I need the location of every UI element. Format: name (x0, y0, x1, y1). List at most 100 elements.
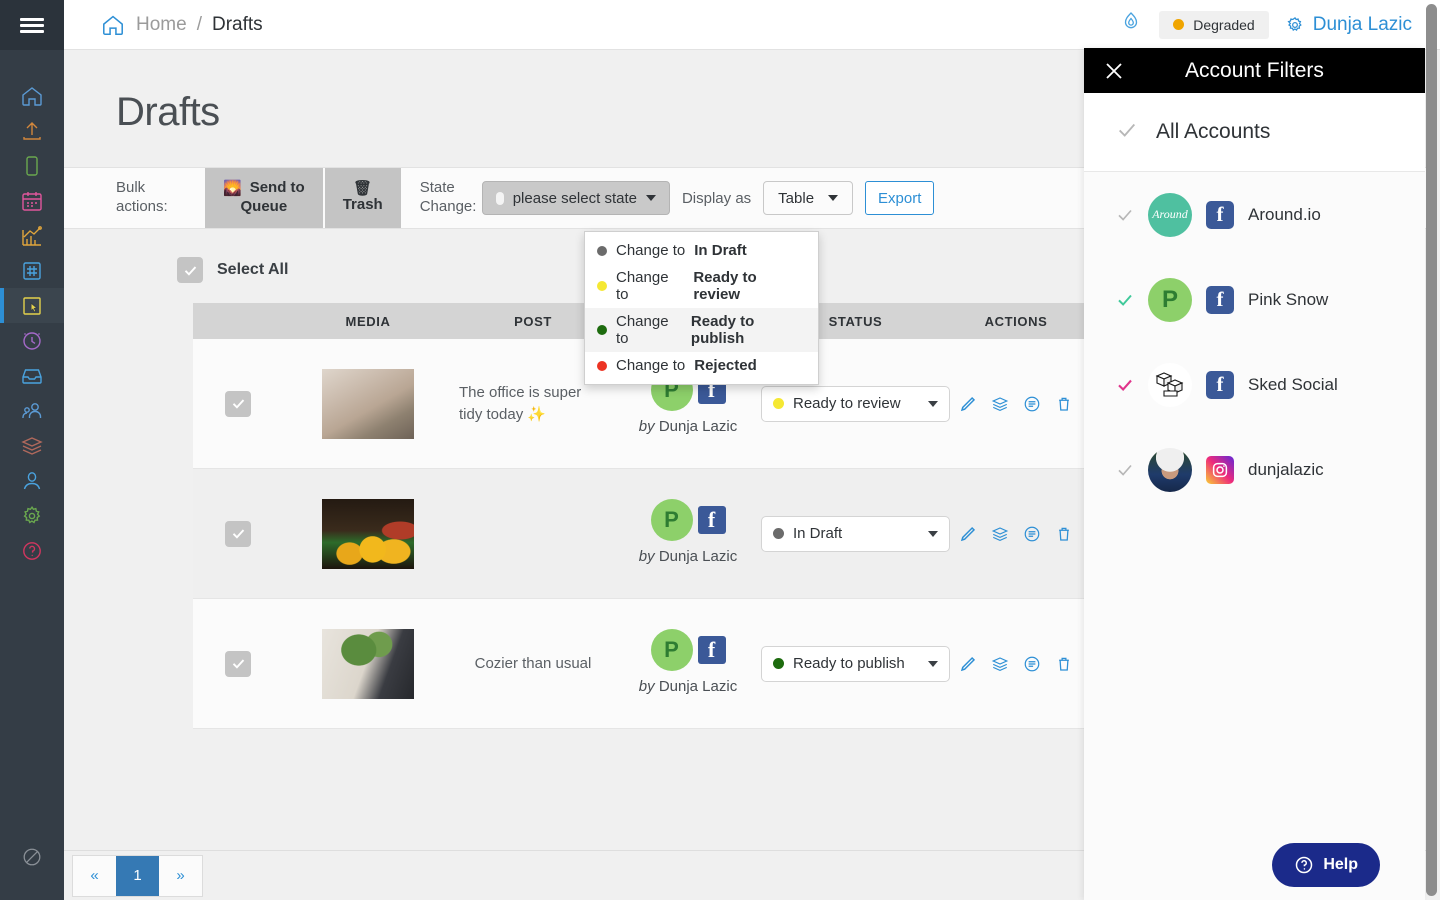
send-to-queue-label-1: Send to (249, 179, 305, 197)
sidebar-item-hashtag[interactable] (0, 253, 64, 288)
column-header-media: MEDIA (345, 313, 391, 329)
account-icons: P f (650, 629, 726, 672)
notes-icon[interactable] (1023, 655, 1041, 673)
account-name: Around.io (1248, 204, 1321, 224)
post-author: by Dunja Lazic (639, 546, 737, 568)
account-filter-pink-snow[interactable]: P f Pink Snow (1084, 257, 1425, 342)
media-thumbnail[interactable] (322, 368, 414, 439)
sidebar-item-mobile[interactable] (0, 148, 64, 183)
facebook-icon: f (1206, 200, 1234, 229)
home-icon (103, 15, 123, 35)
sidebar-item-inbox[interactable] (0, 358, 64, 393)
status-badge[interactable]: Degraded (1159, 10, 1269, 39)
status-dropdown[interactable]: Ready to publish (761, 645, 950, 682)
sidebar-item-history[interactable] (0, 323, 64, 358)
row-status-cell: Ready to publish (761, 636, 950, 692)
delete-icon[interactable] (1055, 655, 1073, 673)
breadcrumb: Home / Drafts (64, 12, 263, 38)
close-icon[interactable] (1102, 59, 1126, 83)
flame-icon[interactable] (1119, 10, 1143, 39)
status-label: Ready to review (793, 395, 901, 412)
check-icon (232, 399, 244, 409)
edit-icon[interactable] (959, 655, 977, 673)
status-dropdown[interactable]: Ready to review (761, 385, 950, 422)
page-scrollbar[interactable] (1426, 4, 1437, 896)
delete-icon[interactable] (1055, 525, 1073, 543)
media-thumbnail[interactable] (322, 498, 414, 569)
sidebar-item-upload[interactable] (0, 113, 64, 148)
people-icon (22, 402, 42, 418)
pagination-page-1[interactable]: 1 (116, 855, 159, 896)
status-label: Degraded (1193, 16, 1255, 33)
account-filter-dunjalazic[interactable]: dunjalazic (1084, 427, 1425, 512)
notes-icon[interactable] (1023, 395, 1041, 413)
chevron-down-icon (645, 195, 656, 201)
state-indicator-dot (495, 191, 504, 205)
state-change-label: State Change: (402, 168, 482, 228)
breadcrumb-home-button[interactable] (100, 12, 126, 38)
status-dropdown[interactable]: In Draft (761, 515, 950, 552)
sidebar-item-profile[interactable] (0, 463, 64, 498)
sidebar-nav (0, 50, 64, 568)
gear-icon (23, 505, 41, 524)
no-entry-icon (23, 848, 41, 866)
check-icon (1116, 461, 1134, 479)
state-menu-item-rejected[interactable]: Change to Rejected (585, 352, 818, 379)
state-menu-prefix: Change to (616, 269, 669, 303)
sidebar-item-help[interactable] (0, 533, 64, 568)
duplicate-icon[interactable] (991, 525, 1009, 543)
help-widget-button[interactable]: Help (1272, 843, 1380, 887)
duplicate-icon[interactable] (991, 655, 1009, 673)
pagination-next[interactable]: » (159, 855, 202, 896)
state-menu-item-ready-to-review[interactable]: Change to Ready to review (585, 264, 818, 308)
sidebar-menu-toggle[interactable] (0, 0, 64, 50)
state-select-dropdown[interactable]: please select state (481, 181, 670, 215)
inbox-icon (22, 368, 42, 384)
trash-icon: 🗑 (353, 180, 373, 198)
status-dot (1173, 19, 1185, 30)
delete-icon[interactable] (1055, 395, 1073, 413)
duplicate-icon[interactable] (991, 395, 1009, 413)
cursor-select-icon (23, 296, 41, 315)
row-checkbox-cell (193, 381, 283, 427)
edit-icon[interactable] (959, 395, 977, 413)
account-filter-around-io[interactable]: Around f Around.io (1084, 172, 1425, 257)
hamburger-icon[interactable] (20, 15, 44, 36)
status-dot (597, 245, 607, 256)
sidebar-item-block[interactable] (0, 846, 64, 868)
sidebar-item-calendar[interactable] (0, 183, 64, 218)
state-menu-item-ready-to-publish[interactable]: Change to Ready to publish (585, 308, 818, 352)
sked-logo-icon (1155, 371, 1184, 397)
account-filter-sked-social[interactable]: f Sked Social (1084, 342, 1425, 427)
row-checkbox[interactable] (225, 650, 251, 677)
media-thumbnail[interactable] (322, 628, 414, 699)
status-dot (597, 281, 607, 291)
account-filters-panel: Account Filters All Accounts Around f Ar… (1084, 48, 1425, 900)
row-accounts-cell: P f by Dunja Lazic (613, 489, 763, 578)
check-icon (184, 265, 196, 276)
row-checkbox[interactable] (225, 390, 251, 417)
sidebar-item-settings[interactable] (0, 498, 64, 533)
breadcrumb-home-link[interactable]: Home (136, 14, 187, 36)
edit-icon[interactable] (959, 525, 977, 543)
trash-button[interactable]: 🗑 Trash (324, 168, 401, 228)
row-post-cell: Cozier than usual (453, 643, 613, 685)
all-accounts-filter[interactable]: All Accounts (1084, 93, 1425, 172)
user-menu[interactable]: Dunja Lazic (1285, 14, 1412, 36)
sidebar-item-home[interactable] (0, 78, 64, 113)
state-menu-item-in-draft[interactable]: Change to In Draft (585, 237, 818, 264)
select-all-checkbox[interactable] (177, 257, 203, 283)
panel-title: Account Filters (1185, 58, 1324, 82)
sidebar-item-library[interactable] (0, 428, 64, 463)
breadcrumb-separator: / (196, 13, 202, 35)
user-name: Dunja Lazic (1312, 13, 1412, 35)
sidebar-item-analytics[interactable] (0, 218, 64, 253)
export-button[interactable]: Export (865, 181, 935, 215)
display-as-select[interactable]: Table (763, 181, 854, 215)
notes-icon[interactable] (1023, 525, 1041, 543)
send-to-queue-button[interactable]: 🌄 Send to Queue (205, 168, 323, 228)
row-checkbox[interactable] (225, 520, 251, 547)
pagination-prev[interactable]: « (73, 855, 116, 896)
sidebar-item-collaborate[interactable] (0, 393, 64, 428)
sidebar-item-drafts[interactable] (0, 288, 64, 323)
